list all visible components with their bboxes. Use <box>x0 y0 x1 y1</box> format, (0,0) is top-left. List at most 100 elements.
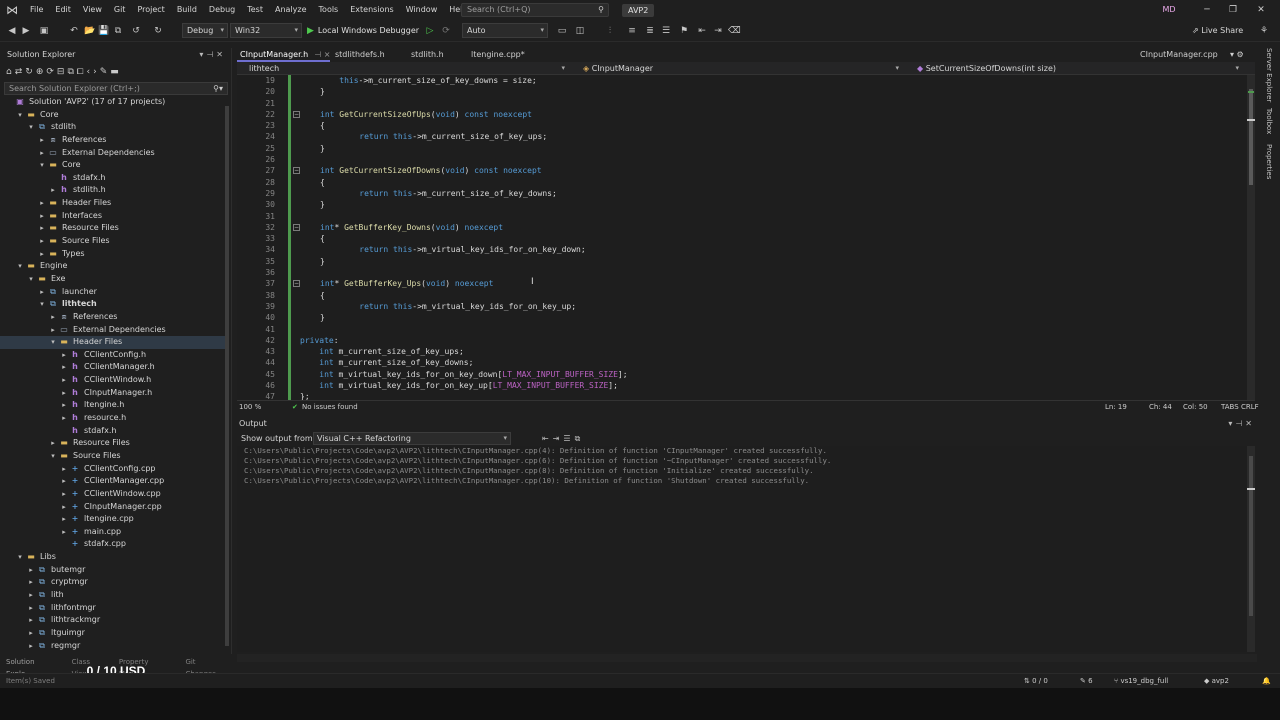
chevron-right-icon[interactable]: ▸ <box>26 640 36 652</box>
tree-item[interactable]: ▸ + ltengine.cpp <box>0 513 226 526</box>
chevron-right-icon[interactable]: ▸ <box>59 374 69 387</box>
pending-edits-status[interactable]: ✎ 6 <box>1080 674 1093 688</box>
chevron-down-icon[interactable]: ▾ <box>48 336 58 349</box>
tree-item[interactable]: ▾ ▬ Source Files <box>0 450 226 463</box>
tree-item[interactable]: ▾ ▬ Core <box>0 159 226 172</box>
tree-item[interactable]: ▸ h CClientWindow.h <box>0 374 226 387</box>
repo-status[interactable]: ◆ avp2 <box>1204 674 1229 688</box>
code-line[interactable]: int m_current_size_of_key_ups; <box>300 346 628 357</box>
tree-item[interactable]: ▸ ▬ Header Files <box>0 197 226 210</box>
output-vertical-scrollbar[interactable] <box>1247 446 1255 652</box>
chevron-down-icon[interactable]: ▾ <box>37 298 47 311</box>
code-line[interactable]: }; <box>300 391 628 400</box>
line-indicator[interactable]: Ln: 19 <box>1105 401 1127 413</box>
sync-icon[interactable]: ↻ <box>25 67 36 77</box>
chevron-right-icon[interactable]: ▸ <box>59 361 69 374</box>
code-line[interactable] <box>300 98 628 109</box>
bookmark-icon[interactable]: ⚑ <box>678 24 690 38</box>
chevron-right-icon[interactable]: ▸ <box>37 222 47 235</box>
menu-debug[interactable]: Debug <box>203 0 241 20</box>
refresh-icon[interactable]: ⟳ <box>440 24 452 38</box>
chevron-right-icon[interactable]: ▸ <box>37 134 47 147</box>
wrench-icon[interactable]: ✎ <box>100 67 111 77</box>
chevron-right-icon[interactable]: ▸ <box>37 197 47 210</box>
auto-select[interactable]: Auto ▾ <box>462 23 548 38</box>
tree-item[interactable]: ▾ ▬ Core <box>0 109 226 122</box>
tree-item[interactable]: ▸ h stdlith.h <box>0 184 226 197</box>
chevron-right-icon[interactable]: ▸ <box>37 235 47 248</box>
indent-icon[interactable]: ≡ <box>626 24 638 38</box>
code-line[interactable]: this->m_current_size_of_key_downs = size… <box>300 75 628 86</box>
chevron-right-icon[interactable]: ▸ <box>59 463 69 476</box>
chevron-down-icon[interactable]: ▾ <box>26 273 36 286</box>
chevron-right-icon[interactable]: ▸ <box>59 513 69 526</box>
tree-item[interactable]: ▾ ⧉ stdlith <box>0 121 226 134</box>
code-line[interactable]: int m_virtual_key_ids_for_on_key_up[LT_M… <box>300 380 628 391</box>
tree-item[interactable]: ▸ ⧉ lithfontmgr <box>0 602 226 615</box>
tree-item[interactable]: ▸ ⧈ References <box>0 134 226 147</box>
collapse-icon[interactable]: − <box>293 280 300 288</box>
solution-explorer-search-input[interactable]: Search Solution Explorer (Ctrl+;) ⚲▾ <box>4 82 228 95</box>
chevron-down-icon[interactable]: ▾ <box>15 551 25 564</box>
class-nav-select[interactable]: ◈ CInputManager ▾ <box>571 62 905 75</box>
editor-vertical-scrollbar[interactable] <box>1247 75 1255 400</box>
avatar[interactable]: MD <box>1160 4 1178 16</box>
tree-item[interactable]: ▸ ⧉ launcher <box>0 286 226 299</box>
tree-item[interactable]: ▸ + CClientWindow.cpp <box>0 488 226 501</box>
project-nav-select[interactable]: lithtech ▾ <box>237 62 571 75</box>
chevron-down-icon[interactable]: ▾ <box>15 109 25 122</box>
issues-status[interactable]: No issues found <box>302 401 358 413</box>
code-line[interactable]: return this->m_virtual_key_ids_for_on_ke… <box>300 244 628 255</box>
tree-item[interactable]: ▸ ⧉ butemgr <box>0 564 226 577</box>
chevron-right-icon[interactable]: ▸ <box>48 311 58 324</box>
menu-view[interactable]: View <box>77 0 108 20</box>
refresh-icon[interactable]: ⟳ <box>46 67 57 77</box>
tree-item[interactable]: ▸ + CInputManager.cpp <box>0 501 226 514</box>
chevron-right-icon[interactable]: ▸ <box>48 184 58 197</box>
clear-bookmark-icon[interactable]: ⌫ <box>728 24 741 38</box>
chevron-right-icon[interactable]: ▸ <box>26 627 36 640</box>
find-message-icon[interactable]: ⇤ <box>542 434 553 443</box>
next-message-icon[interactable]: ⇥ <box>553 434 564 443</box>
tree-item[interactable]: ▸ h ltengine.h <box>0 399 226 412</box>
home-icon[interactable]: ⌂ <box>6 67 15 77</box>
close-icon[interactable]: ✕ <box>1248 0 1274 20</box>
forward-icon[interactable]: ▶ <box>20 24 32 38</box>
chevron-down-icon[interactable]: ▾ <box>37 159 47 172</box>
save-all-icon[interactable]: ⧉ <box>112 24 124 38</box>
line-ending-indicator[interactable]: CRLF <box>1241 401 1259 413</box>
output-text[interactable]: C:\Users\Public\Projects\Code\avp2\AVP2\… <box>237 446 1247 652</box>
next-bookmark-icon[interactable]: ⇥ <box>712 24 724 38</box>
chevron-right-icon[interactable]: ▸ <box>48 437 58 450</box>
chevron-down-icon[interactable]: ▾ <box>26 121 36 134</box>
tree-item[interactable]: ▸ ⧉ lithtrackmgr <box>0 614 226 627</box>
chevron-right-icon[interactable]: ▸ <box>59 387 69 400</box>
chevron-right-icon[interactable]: ▸ <box>26 564 36 577</box>
pin-icon[interactable]: ⊣ <box>206 50 216 59</box>
chevron-right-icon[interactable]: ▸ <box>59 526 69 539</box>
code-line[interactable] <box>300 154 628 165</box>
platform-select[interactable]: Win32 ▾ <box>230 23 302 38</box>
menu-build[interactable]: Build <box>171 0 203 20</box>
code-line[interactable]: } <box>300 86 628 97</box>
code-editor[interactable]: 19 20 21 22 23 24 25 26 27 28 29 30 31 32 33 34 35 36 37 38… <box>237 75 1247 400</box>
tree-item[interactable]: ▸ ▬ Resource Files <box>0 222 226 235</box>
tab-ltengine-cpp-[interactable]: ltengine.cpp* <box>468 48 525 62</box>
code-line[interactable]: } <box>300 199 628 210</box>
camera-icon[interactable]: ◫ <box>574 24 586 38</box>
chevron-right-icon[interactable]: ▸ <box>48 324 58 337</box>
configuration-select[interactable]: Debug ▾ <box>182 23 228 38</box>
tree-item[interactable]: ▣ Solution 'AVP2' (17 of 17 projects) <box>0 96 226 109</box>
code-line[interactable] <box>300 211 628 222</box>
tree-item[interactable]: ▾ ▬ Exe <box>0 273 226 286</box>
menu-file[interactable]: File <box>24 0 49 20</box>
solution-explorer-scrollbar[interactable] <box>225 96 229 652</box>
chevron-down-icon[interactable]: ▾ <box>15 260 25 273</box>
menu-tools[interactable]: Tools <box>313 0 345 20</box>
chevron-right-icon[interactable]: ▸ <box>59 475 69 488</box>
tree-item[interactable]: + stdafx.cpp <box>0 538 226 551</box>
notifications-icon[interactable]: 🔔 <box>1262 674 1271 688</box>
feedback-icon[interactable]: ⚘ <box>1258 24 1270 38</box>
code-line[interactable] <box>300 267 628 278</box>
chevron-right-icon[interactable]: ▸ <box>37 286 47 299</box>
